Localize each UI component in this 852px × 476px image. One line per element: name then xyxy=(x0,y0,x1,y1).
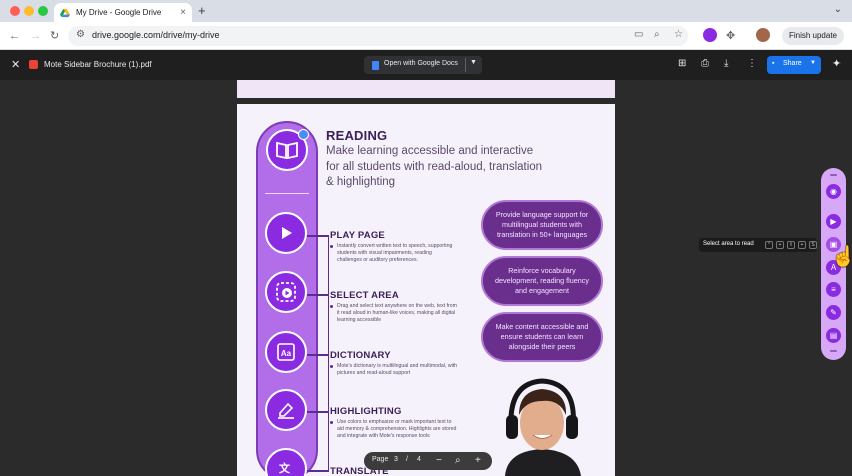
window-zoom-button[interactable] xyxy=(38,6,48,16)
current-page[interactable]: 3 xyxy=(394,456,398,463)
file-name: Mote Sidebar Brochure (1).pdf xyxy=(44,60,152,69)
benefit-pill: Make content accessible and ensure stude… xyxy=(481,312,603,362)
connector-line xyxy=(307,294,329,296)
pdf-viewer-header: ✕ Mote Sidebar Brochure (1).pdf Open wit… xyxy=(0,50,852,80)
collapse-handle[interactable] xyxy=(830,350,837,352)
zoom-out-icon[interactable]: − xyxy=(436,454,442,468)
timeline-line xyxy=(328,235,329,470)
address-text: drive.google.com/drive/my-drive xyxy=(92,30,220,40)
mote-logo-icon[interactable]: ◉ xyxy=(826,184,841,199)
lock-icon: ▪ xyxy=(772,60,775,67)
site-settings-icon[interactable]: ⚙ xyxy=(76,29,85,40)
spine-divider xyxy=(265,193,309,194)
notification-dot xyxy=(298,129,309,140)
open-with-divider xyxy=(465,58,466,72)
browser-tab-active[interactable]: My Drive - Google Drive × xyxy=(54,3,192,22)
document-icon[interactable]: ≡ xyxy=(826,282,841,297)
section-title: SELECT AREA xyxy=(330,290,399,301)
window-minimize-button[interactable] xyxy=(24,6,34,16)
mote-extension-icon[interactable] xyxy=(703,28,717,42)
share-dropdown-icon[interactable]: ▼ xyxy=(810,60,816,66)
shortcut-key-icon: S xyxy=(809,241,817,249)
close-viewer-icon[interactable]: ✕ xyxy=(11,58,20,71)
open-with-dropdown-icon[interactable]: ▼ xyxy=(470,59,477,66)
shortcut-key-icon: ⇧ xyxy=(787,241,795,249)
address-bar[interactable]: ⚙ drive.google.com/drive/my-drive ▭ ⌕ ☆ xyxy=(68,26,688,46)
shortcut-key-icon: + xyxy=(798,241,806,249)
cast-icon[interactable]: ▭ xyxy=(634,29,643,40)
highlighter-icon[interactable]: ✎ xyxy=(826,305,841,320)
total-pages: 4 xyxy=(417,456,421,463)
connector-line xyxy=(307,411,329,413)
comment-icon[interactable]: ▤ xyxy=(826,328,841,343)
reload-icon[interactable]: ↻ xyxy=(50,29,59,43)
page-label: Page xyxy=(372,456,389,463)
extensions-puzzle-icon[interactable]: ✥ xyxy=(726,29,735,43)
browser-toolbar: ← → ↻ ⚙ drive.google.com/drive/my-drive … xyxy=(0,22,852,50)
more-options-icon[interactable]: ⋮ xyxy=(747,58,757,69)
download-icon[interactable]: ⤓ xyxy=(724,58,728,69)
open-with-button[interactable]: Open with Google Docs ▼ xyxy=(364,56,482,74)
select-area-icon xyxy=(265,271,307,313)
section-body: Mote's dictionary is multilingual and mu… xyxy=(330,363,458,377)
tab-title: My Drive - Google Drive xyxy=(76,8,162,17)
section-body: Use colors to emphasize or mark importan… xyxy=(330,419,458,440)
reading-heading: READING xyxy=(326,128,388,143)
pdf-file-icon xyxy=(29,60,38,69)
connector-line xyxy=(307,235,329,237)
print-icon[interactable]: ⎙ xyxy=(701,58,709,69)
section-title: DICTIONARY xyxy=(330,350,391,361)
play-page-icon[interactable]: ▶ xyxy=(826,214,841,229)
bookmark-star-icon[interactable]: ☆ xyxy=(674,29,683,40)
forward-arrow-icon[interactable]: → xyxy=(30,29,41,43)
play-icon xyxy=(265,212,307,254)
shortcut-key-icon: ⌃ xyxy=(765,241,773,249)
benefit-pill: Provide language support for multilingua… xyxy=(481,200,603,250)
hand-cursor-icon: ☝ xyxy=(831,246,852,268)
zoom-in-icon[interactable]: + xyxy=(475,454,481,468)
svg-text:文: 文 xyxy=(279,461,291,475)
highlighter-icon xyxy=(265,389,307,431)
back-arrow-icon[interactable]: ← xyxy=(9,29,20,43)
window-close-button[interactable] xyxy=(10,6,20,16)
finish-update-button[interactable]: Finish update xyxy=(781,27,844,45)
page-separator: / xyxy=(406,456,408,463)
connector-line xyxy=(307,354,329,356)
reading-description: Make learning accessible and interactive… xyxy=(326,145,543,188)
page-navigator: Page 3 / 4 − ⌕ + xyxy=(364,452,492,470)
presenter-video xyxy=(497,375,587,476)
share-button[interactable]: ▪ Share ▼ xyxy=(767,56,821,74)
connector-line xyxy=(307,470,329,472)
previous-page-bottom xyxy=(237,80,615,98)
shortcut-key-icon: + xyxy=(776,241,784,249)
browser-tab-strip: My Drive - Google Drive × + ⌄ xyxy=(0,0,852,22)
tab-search-chevron-icon[interactable]: ⌄ xyxy=(834,4,842,15)
section-title: PLAY PAGE xyxy=(330,230,385,241)
mote-tooltip: Select area to read ⌃ + ⇧ + S xyxy=(699,238,817,252)
profile-avatar[interactable] xyxy=(756,28,770,42)
drag-handle[interactable] xyxy=(830,174,837,176)
google-docs-icon xyxy=(372,61,379,70)
svg-text:Aa: Aa xyxy=(281,349,292,358)
share-label: Share xyxy=(783,60,802,67)
new-tab-button[interactable]: + xyxy=(198,3,206,18)
zoom-icon[interactable]: ⌕ xyxy=(654,29,660,40)
section-body: Drag and select text anywhere on the web… xyxy=(330,303,458,324)
benefit-pill: Reinforce vocabulary development, readin… xyxy=(481,256,603,306)
tooltip-label: Select area to read xyxy=(703,241,754,247)
section-body: Instantly convert written text to speech… xyxy=(330,243,458,264)
open-with-label: Open with Google Docs xyxy=(384,60,458,67)
screen: My Drive - Google Drive × + ⌄ ← → ↻ ⚙ dr… xyxy=(0,0,852,476)
zoom-magnifier-icon[interactable]: ⌕ xyxy=(455,454,461,468)
gemini-sparkle-icon[interactable]: ✦ xyxy=(832,57,841,70)
tab-close-icon[interactable]: × xyxy=(180,7,186,18)
comment-add-icon[interactable]: ⊞ xyxy=(678,58,686,69)
section-title: HIGHLIGHTING xyxy=(330,406,402,417)
google-drive-icon xyxy=(60,8,70,17)
dictionary-icon: Aa xyxy=(265,331,307,373)
